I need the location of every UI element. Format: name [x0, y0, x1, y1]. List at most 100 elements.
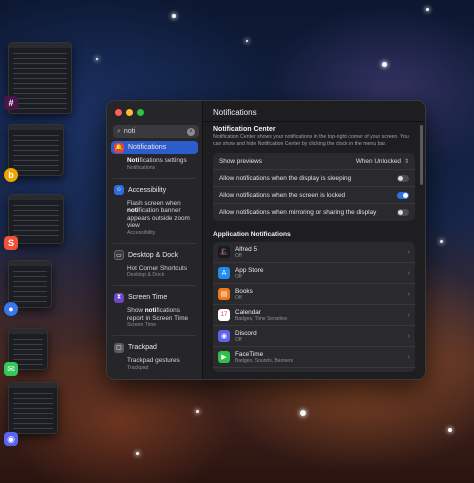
result-sub-path: Notifications — [127, 164, 156, 171]
show-previews-row: Show previews When Unlocked ⇕ — [213, 153, 415, 170]
scrollbar-thumb[interactable] — [420, 125, 423, 185]
zoom-button[interactable] — [137, 109, 144, 116]
result-sub-path: Trackpad — [127, 364, 149, 371]
result-sub-text: Show notifications report in Screen Time — [127, 307, 189, 322]
show-previews-label: Show previews — [219, 157, 262, 165]
star — [440, 240, 443, 243]
show-previews-select[interactable]: When Unlocked ⇕ — [356, 158, 409, 165]
list-item[interactable]: ▶ FaceTime Badges, Sounds, Banners › — [213, 347, 415, 368]
stage-window-thumbnail[interactable] — [8, 260, 52, 308]
accessibility-icon: ☺ — [114, 185, 124, 195]
sidebar-item-accessibility[interactable]: ☺ Accessibility — [111, 184, 198, 197]
chevron-updown-icon: ⇕ — [403, 158, 409, 165]
result-sub-text: Notifications settings — [127, 157, 187, 164]
signal-icon[interactable]: ● — [4, 302, 18, 316]
divider — [113, 177, 196, 179]
result-sub-item[interactable]: Show notifications report in Screen Time… — [111, 307, 198, 329]
star — [96, 58, 98, 60]
star — [172, 14, 176, 18]
bezel-icon[interactable]: b — [4, 168, 18, 182]
sidebar-item-desktop-dock[interactable]: ▭ Desktop & Dock — [111, 249, 198, 262]
divider — [113, 242, 196, 244]
discord-icon[interactable]: ◉ — [4, 432, 18, 446]
messages-icon[interactable]: ✉ — [4, 362, 18, 376]
page-title: Notifications — [213, 108, 257, 117]
notification-center-description: Notification Center shows your notificat… — [213, 134, 409, 147]
search-results: 🔔 Notifications Notifications settings N… — [111, 141, 198, 378]
slack-icon[interactable]: # — [4, 96, 18, 110]
divider — [113, 285, 196, 286]
search-field[interactable]: ⌕ noti × — [113, 125, 199, 138]
app-name: Calendar — [235, 308, 261, 316]
screen-locked-toggle[interactable] — [397, 191, 409, 199]
result-sub-item[interactable]: Notifications settings Notifications — [111, 157, 198, 172]
clear-search-icon[interactable]: × — [187, 127, 195, 136]
star — [426, 8, 429, 11]
swift-icon[interactable]: S — [4, 236, 18, 250]
list-item[interactable]: 🎩 Alfred 5 Off › — [213, 242, 415, 263]
app-status: Off — [235, 252, 242, 259]
app-name: Discord — [235, 329, 257, 337]
divider — [113, 335, 196, 336]
toggle-row: Allow notifications when the display is … — [213, 170, 415, 187]
window-controls — [115, 109, 144, 116]
sidebar-item-trackpad[interactable]: ▢ Trackpad — [111, 341, 198, 354]
result-trackpad: ▢ Trackpad Trackpad gestures Trackpad — [111, 341, 198, 372]
app-status: Off — [235, 294, 242, 301]
sidebar-item-notifications[interactable]: 🔔 Notifications — [111, 141, 198, 154]
chevron-right-icon: › — [407, 332, 410, 340]
stage-window-thumbnail[interactable] — [8, 124, 64, 176]
settings-pane: Notifications Notification Center Notifi… — [203, 101, 425, 379]
scrollbar[interactable] — [420, 125, 423, 275]
result-sub-item[interactable]: Flash screen when notification banner ap… — [111, 200, 198, 237]
search-icon: ⌕ — [117, 127, 121, 135]
list-item[interactable]: ◉ Discord Off › — [213, 326, 415, 347]
result-sub-path: Accessibility — [127, 229, 156, 236]
toggle-label: Allow notifications when mirroring or sh… — [219, 209, 377, 216]
result-screen-time: ⧗ Screen Time Show notifications report … — [111, 291, 198, 329]
result-sub-text: Hot Corner Shortcuts — [127, 264, 188, 272]
sidebar-item-label: Screen Time — [128, 294, 168, 301]
calendar-icon: 17 — [218, 309, 230, 321]
toggle-label: Allow notifications when the screen is l… — [219, 191, 346, 199]
sidebar-item-label: Trackpad — [128, 344, 157, 351]
notification-options-card: Show previews When Unlocked ⇕ Allow noti… — [213, 153, 415, 221]
toggle-row: Allow notifications when mirroring or sh… — [213, 204, 415, 221]
discord-icon: ◉ — [218, 330, 230, 342]
sidebar-item-label: Desktop & Dock — [128, 251, 179, 259]
display-sleeping-toggle[interactable] — [397, 174, 409, 182]
list-item[interactable]: ▤ Books Off › — [213, 284, 415, 305]
chevron-right-icon: › — [407, 353, 410, 361]
result-sub-item[interactable]: Trackpad gestures Trackpad — [111, 357, 198, 372]
star — [382, 62, 387, 67]
toggle-row: Allow notifications when the screen is l… — [213, 187, 415, 204]
result-sub-item[interactable]: Hot Corner Shortcuts Desktop & Dock — [111, 265, 198, 280]
app-name: Books — [235, 287, 253, 295]
star — [300, 410, 306, 416]
result-sub-path: Screen Time — [127, 322, 157, 328]
result-sub-text: Trackpad gestures — [127, 357, 180, 364]
trackpad-icon: ▢ — [114, 342, 124, 353]
app-status: Off — [235, 273, 242, 280]
search-input[interactable]: noti — [124, 128, 135, 135]
sidebar-item-screen-time[interactable]: ⧗ Screen Time — [111, 291, 198, 304]
minimize-button[interactable] — [126, 109, 133, 116]
star — [448, 428, 452, 432]
app-name: Alfred 5 — [235, 245, 258, 253]
list-item[interactable]: 17 Calendar Badges, Time Sensitive › — [213, 305, 415, 326]
app-notifications-heading: Application Notifications — [213, 231, 291, 238]
list-item[interactable]: A App Store Off › — [213, 263, 415, 284]
result-sub-path: Desktop & Dock — [127, 272, 165, 278]
app-name: FaceTime — [235, 350, 264, 358]
stage-window-thumbnail[interactable] — [8, 382, 58, 434]
close-button[interactable] — [115, 109, 122, 116]
sidebar-item-label: Accessibility — [128, 186, 167, 194]
sidebar-item-label: Notifications — [128, 144, 167, 151]
star — [136, 452, 139, 455]
chevron-right-icon: › — [407, 248, 410, 256]
show-previews-value: When Unlocked — [355, 157, 401, 165]
result-sub-text: Flash screen when notification banner ap… — [127, 199, 190, 230]
notification-center-heading: Notification Center — [213, 126, 276, 133]
app-store-icon: A — [218, 267, 230, 279]
mirroring-toggle[interactable] — [397, 209, 409, 216]
